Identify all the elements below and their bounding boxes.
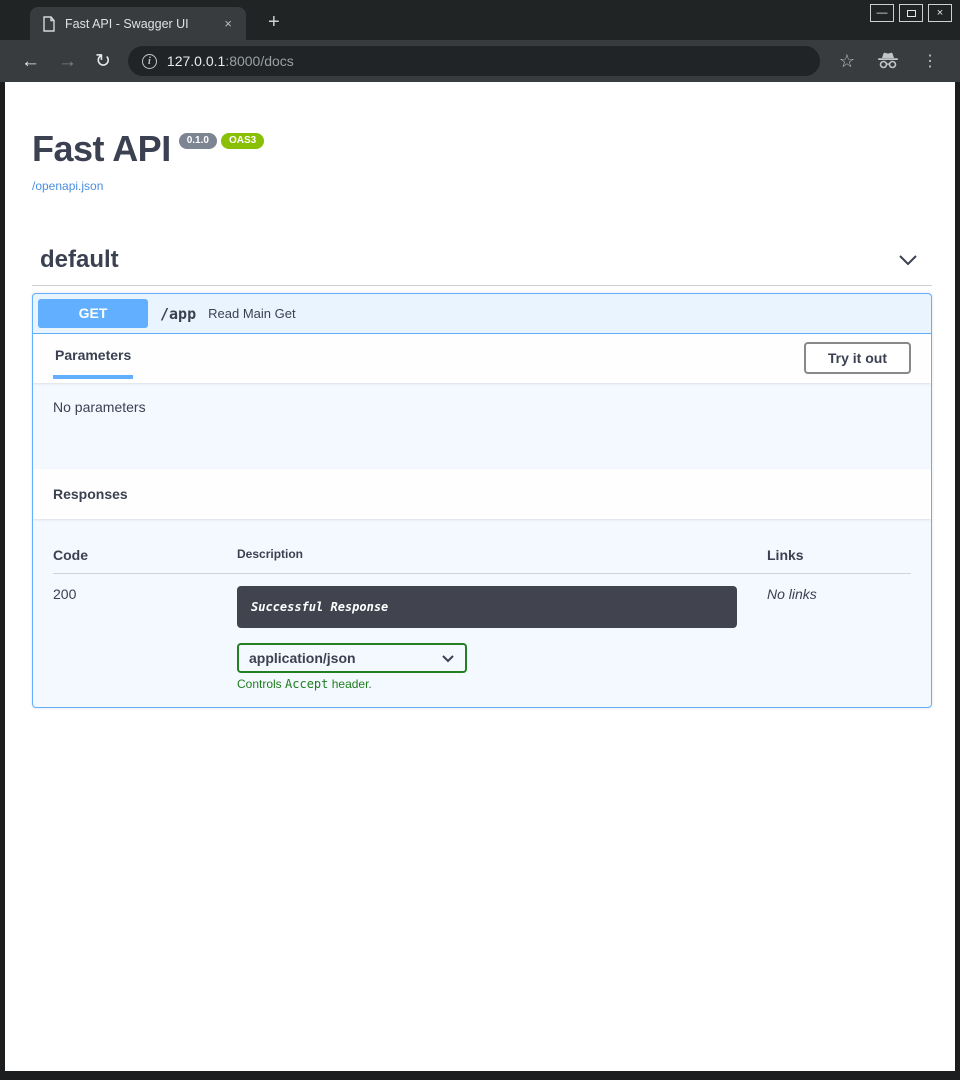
column-links: Links: [767, 547, 911, 563]
responses-heading: Responses: [53, 486, 128, 502]
browser-toolbar: ← → ↻ i 127.0.0.1:8000/docs ☆ ⋮: [0, 40, 960, 82]
select-chevron-down-icon: [441, 654, 455, 663]
column-code: Code: [53, 547, 237, 563]
column-description: Description: [237, 547, 767, 563]
page-title: Fast API: [32, 128, 171, 169]
endpoint-panel: GET /app Read Main Get Parameters Try it…: [32, 293, 932, 708]
tag-divider: [32, 285, 932, 286]
minimize-button[interactable]: —: [870, 4, 894, 22]
menu-dots-icon[interactable]: ⋮: [912, 51, 948, 71]
window-controls: — ×: [870, 4, 952, 22]
site-info-icon[interactable]: i: [142, 54, 157, 69]
media-type-select[interactable]: application/json: [237, 643, 467, 673]
tag-name: default: [40, 246, 119, 274]
responses-header: Responses: [33, 469, 931, 519]
openapi-spec-link[interactable]: /openapi.json: [32, 179, 932, 193]
accept-header-note: Controls Accept header.: [237, 677, 737, 691]
tag-header[interactable]: default: [32, 246, 932, 274]
new-tab-button[interactable]: +: [260, 11, 288, 34]
response-description-text: Successful Response: [251, 600, 388, 614]
response-links: No links: [767, 586, 911, 691]
parameters-header: Parameters Try it out: [33, 334, 931, 383]
forward-icon[interactable]: →: [49, 52, 86, 71]
chevron-down-icon[interactable]: [897, 253, 919, 267]
toolbar-right: ☆ ⋮: [830, 51, 948, 72]
swagger-page: Fast API0.1.0OAS3 /openapi.json default …: [5, 82, 955, 1071]
tab-close-icon[interactable]: ×: [218, 14, 238, 33]
endpoint-description: Read Main Get: [208, 306, 295, 321]
tab-bar: Fast API - Swagger UI × + — ×: [0, 0, 960, 40]
incognito-icon: [868, 52, 908, 70]
address-bar[interactable]: i 127.0.0.1:8000/docs: [128, 46, 820, 76]
maximize-icon: [907, 10, 916, 17]
no-parameters-text: No parameters: [53, 399, 146, 415]
response-description-cell: Successful Response application/json Con…: [237, 586, 767, 691]
oas-badge: OAS3: [221, 133, 264, 149]
url-text: 127.0.0.1:8000/docs: [167, 53, 294, 69]
endpoint-summary[interactable]: GET /app Read Main Get: [33, 294, 931, 334]
responses-table-head: Code Description Links: [53, 547, 911, 574]
version-badge: 0.1.0: [179, 133, 217, 149]
try-it-out-button[interactable]: Try it out: [804, 342, 911, 374]
responses-table: Code Description Links 200 Successful Re…: [33, 519, 931, 707]
maximize-button[interactable]: [899, 4, 923, 22]
tab-parameters[interactable]: Parameters: [53, 347, 133, 379]
browser-window: Fast API - Swagger UI × + — × ← → ↻ i 12…: [0, 0, 960, 1080]
tag-section: default: [32, 246, 932, 286]
bookmark-star-icon[interactable]: ☆: [830, 51, 864, 72]
page-favicon-icon: [42, 16, 56, 32]
back-icon[interactable]: ←: [12, 52, 49, 71]
table-row: 200 Successful Response application/json: [53, 574, 911, 691]
reload-icon[interactable]: ↻: [86, 52, 120, 71]
method-get-button[interactable]: GET: [38, 299, 148, 328]
tab-title: Fast API - Swagger UI: [65, 17, 218, 31]
api-badges: 0.1.0OAS3: [179, 130, 268, 149]
accept-header-word: Accept: [285, 677, 328, 691]
response-code: 200: [53, 586, 237, 691]
api-header: Fast API 0.1.0OAS3 /openapi.json: [32, 128, 932, 193]
url-host: 127.0.0.1: [167, 53, 225, 69]
endpoint-path: /app: [160, 305, 196, 323]
close-button[interactable]: ×: [928, 4, 952, 22]
parameters-body: No parameters: [33, 383, 931, 469]
media-type-value: application/json: [249, 650, 356, 666]
url-path: :8000/docs: [225, 53, 294, 69]
browser-tab[interactable]: Fast API - Swagger UI ×: [30, 7, 246, 40]
response-description-block: Successful Response: [237, 586, 737, 628]
